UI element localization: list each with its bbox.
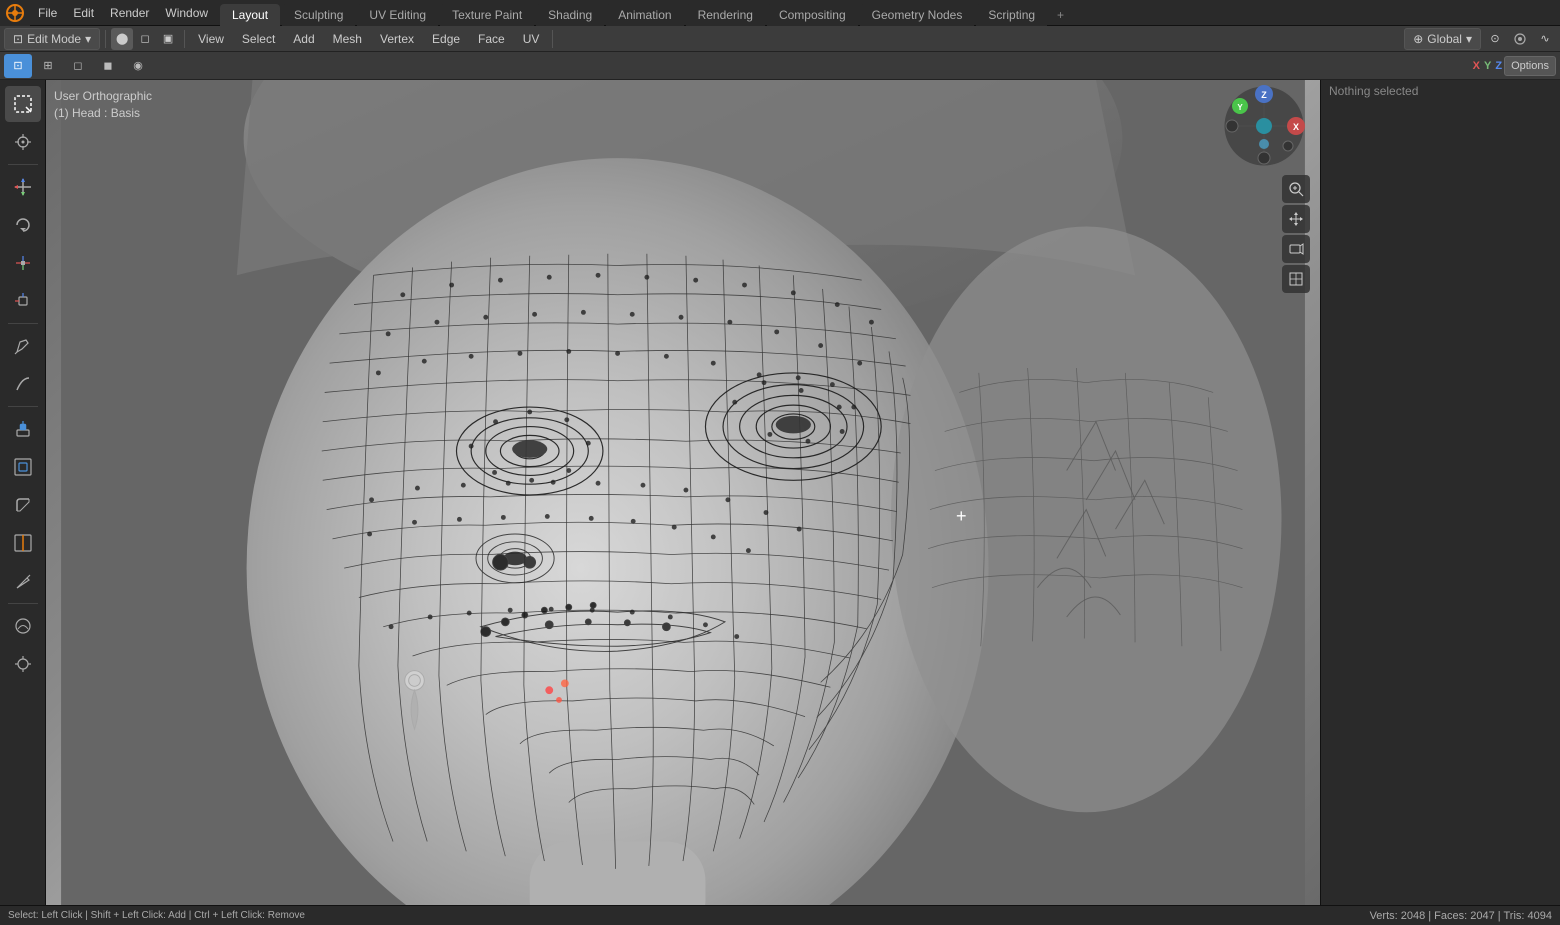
nothing-selected-text: Nothing selected [1327, 80, 1554, 102]
separator-2 [184, 30, 185, 48]
transform-global-selector[interactable]: ⊕ Global ▾ [1404, 28, 1481, 50]
material-view[interactable]: ◼ [94, 54, 122, 78]
inset-tool[interactable] [5, 449, 41, 485]
right-panel-xyz-container: X Y Z Options [1473, 56, 1556, 76]
status-bar: Select: Left Click | Shift + Left Click:… [0, 905, 1560, 925]
shrink-fatten-tool[interactable] [5, 646, 41, 682]
separator-1 [105, 30, 106, 48]
uv-menu[interactable]: UV [515, 28, 548, 50]
z-label: Z [1495, 60, 1502, 72]
extrude-tool[interactable] [5, 411, 41, 447]
mode-label: Edit Mode [27, 32, 81, 46]
mode-chevron: ▾ [85, 32, 91, 46]
workspace-tabs: Layout Sculpting UV Editing Texture Pain… [220, 0, 1480, 26]
options-button[interactable]: Options [1504, 56, 1556, 76]
vertex-select-icon[interactable]: ⬤ [111, 28, 133, 50]
select-menu[interactable]: Select [234, 28, 283, 50]
transform-label: Global [1427, 32, 1462, 46]
main-viewport[interactable]: User Orthographic (1) Head : Basis + [46, 80, 1320, 905]
scale-tool[interactable] [5, 245, 41, 281]
face-select-icon[interactable]: ▣ [157, 28, 179, 50]
render-view[interactable]: ◉ [124, 54, 152, 78]
tab-uv-editing[interactable]: UV Editing [357, 4, 438, 26]
app-logo [0, 0, 30, 26]
tab-texture-paint[interactable]: Texture Paint [440, 4, 534, 26]
vertex-menu[interactable]: Vertex [372, 28, 422, 50]
gizmo-tools [1282, 175, 1310, 293]
mode-icon: ⊡ [13, 32, 23, 46]
camera-gizmo-tool[interactable] [1282, 235, 1310, 263]
grid-gizmo-tool[interactable] [1282, 265, 1310, 293]
knife-tool[interactable] [5, 563, 41, 599]
select-box-tool[interactable] [5, 86, 41, 122]
vertex-stats: Verts: 2048 | Faces: 2047 | Tris: 4094 [1370, 910, 1552, 922]
sep-2 [8, 323, 38, 324]
y-label: Y [1484, 60, 1491, 72]
edge-select-icon[interactable]: ◻ [134, 28, 156, 50]
cursor-tool[interactable] [5, 124, 41, 160]
tab-rendering[interactable]: Rendering [686, 4, 765, 26]
face-menu[interactable]: Face [470, 28, 513, 50]
sep-4 [8, 603, 38, 604]
status-bar-hints: Select: Left Click | Shift + Left Click:… [8, 910, 305, 921]
transform-icon: ⊕ [1413, 32, 1423, 46]
add-workspace-button[interactable]: + [1049, 4, 1072, 26]
view-menu[interactable]: View [190, 28, 232, 50]
wire-overlay-2[interactable]: ⊞ [34, 54, 62, 78]
mode-toolbar: ⊡ Edit Mode ▾ ⬤ ◻ ▣ View Select Add Mesh… [0, 26, 1560, 52]
add-menu[interactable]: Add [285, 28, 322, 50]
tab-shading[interactable]: Shading [536, 4, 604, 26]
menu-edit[interactable]: Edit [65, 0, 102, 26]
move-tool[interactable] [5, 169, 41, 205]
separator-3 [552, 30, 553, 48]
tab-layout[interactable]: Layout [220, 4, 280, 26]
xyz-display: X Y Z [1473, 60, 1502, 72]
viewport-background [46, 80, 1320, 905]
solid-view[interactable]: ◻ [64, 54, 92, 78]
edge-menu[interactable]: Edge [424, 28, 468, 50]
x-label: X [1473, 60, 1480, 72]
sub-toolbar: ⊡ ⊞ ◻ ◼ ◉ X Y Z Options [0, 52, 1560, 80]
loop-cut-tool[interactable] [5, 525, 41, 561]
right-panel: N ▾ Transform Nothing selected [1320, 0, 1560, 925]
menu-file[interactable]: File [30, 0, 65, 26]
tab-animation[interactable]: Animation [606, 4, 683, 26]
snap-icon[interactable] [1509, 28, 1531, 50]
select-mode-icons: ⬤ ◻ ▣ [111, 28, 179, 50]
menu-window[interactable]: Window [157, 0, 216, 26]
pan-gizmo-tool[interactable] [1282, 205, 1310, 233]
zoom-gizmo-tool[interactable] [1282, 175, 1310, 203]
tab-compositing[interactable]: Compositing [767, 4, 858, 26]
rotate-tool[interactable] [5, 207, 41, 243]
transform-chevron: ▾ [1466, 32, 1472, 46]
proportional-edit-icon[interactable]: ⊙ [1484, 28, 1506, 50]
sep-1 [8, 164, 38, 165]
face-overlay-icon[interactable]: ⊡ [4, 54, 32, 78]
left-toolbar [0, 80, 46, 905]
proportional-falloff-icon[interactable]: ∿ [1534, 28, 1556, 50]
mode-selector[interactable]: ⊡ Edit Mode ▾ [4, 28, 100, 50]
bevel-tool[interactable] [5, 487, 41, 523]
top-menu-bar: File Edit Render Window Help Layout Scul… [0, 0, 1560, 26]
tab-scripting[interactable]: Scripting [976, 4, 1047, 26]
sep-3 [8, 406, 38, 407]
smooth-tool[interactable] [5, 608, 41, 644]
tab-geometry-nodes[interactable]: Geometry Nodes [860, 4, 975, 26]
draw-tool[interactable] [5, 366, 41, 402]
tab-sculpting[interactable]: Sculpting [282, 4, 355, 26]
annotate-tool[interactable] [5, 328, 41, 364]
transform-tool[interactable] [5, 283, 41, 319]
menu-render[interactable]: Render [102, 0, 157, 26]
mesh-menu[interactable]: Mesh [325, 28, 370, 50]
